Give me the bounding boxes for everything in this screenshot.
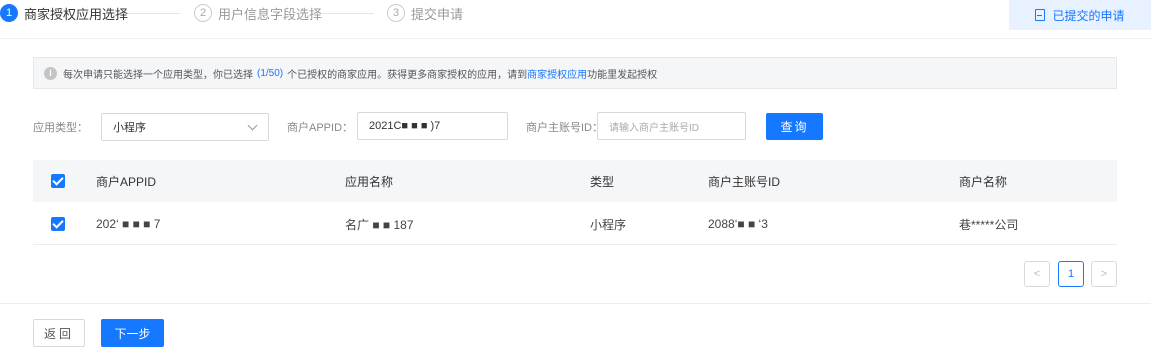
row-select-cell[interactable]	[51, 203, 65, 245]
step-connector	[128, 13, 180, 14]
header-type: 类型	[590, 174, 615, 189]
notice-suffix: 功能里发起授权	[587, 69, 658, 81]
submitted-applications-label: 已提交的申请	[1052, 8, 1125, 23]
header-merchant-name: 商户名称	[959, 174, 1008, 189]
step-2-number: 2	[194, 4, 212, 22]
row-type: 小程序	[590, 217, 627, 232]
notice-count: (1/50)	[257, 67, 284, 79]
chevron-down-icon	[247, 120, 258, 131]
submitted-applications-button[interactable]: 已提交的申请	[1009, 0, 1151, 30]
query-button[interactable]: 查询	[766, 113, 823, 140]
select-all-cell[interactable]	[51, 160, 65, 202]
table-row[interactable]: 202‘ ■ ■ ■ 7 名广 ■ ■ 187 小程序 2088‘■ ■ ‘3 …	[33, 203, 1117, 245]
next-step-button[interactable]: 下一步	[101, 319, 164, 347]
header-main-account: 商户主账号ID	[708, 174, 781, 189]
step-1-label: 商家授权应用选择	[24, 6, 129, 22]
divider	[0, 303, 1151, 304]
steps-bar: 1 商家授权应用选择 2 用户信息字段选择 3 提交申请 已提交的申请	[0, 0, 1151, 34]
app-type-select[interactable]: 小程序	[101, 113, 269, 141]
app-type-label: 应用类型：	[33, 122, 88, 134]
merchant-auth-app-link[interactable]: 商家授权应用	[527, 66, 587, 81]
row-main-account: 2088‘■ ■ ‘3	[708, 217, 768, 231]
notice-middle: 个已授权的商家应用。获得更多商家授权的应用，请到	[287, 69, 528, 81]
select-all-checkbox[interactable]	[51, 174, 65, 188]
table-header: 商户APPID 应用名称 类型 商户主账号ID 商户名称	[33, 160, 1117, 202]
step-3: 3 提交申请	[387, 4, 463, 22]
document-icon	[1035, 9, 1046, 21]
header-app-name: 应用名称	[345, 174, 394, 189]
page-1-button[interactable]: 1	[1058, 261, 1084, 287]
row-checkbox[interactable]	[51, 217, 65, 231]
appid-input[interactable]: 2021C■ ■ ■ )7	[357, 112, 508, 140]
step-1: 1 商家授权应用选择	[0, 4, 128, 22]
step-1-number: 1	[0, 4, 18, 22]
prev-page-button[interactable]: <	[1024, 261, 1050, 287]
info-notice: i 每次申请只能选择一个应用类型，你已选择 (1/50) 个已授权的商家应用。获…	[33, 57, 1117, 89]
app-type-value: 小程序	[113, 122, 146, 134]
notice-prefix: 每次申请只能选择一个应用类型，你已选择	[63, 69, 253, 81]
header-appid: 商户APPID	[96, 174, 157, 189]
next-page-button[interactable]: >	[1091, 261, 1117, 287]
step-3-number: 3	[387, 4, 405, 22]
step-3-label: 提交申请	[411, 6, 464, 22]
row-merchant-name: 巷*****公司	[959, 217, 1019, 232]
divider	[0, 38, 1151, 39]
step-connector	[322, 13, 374, 14]
row-app-name: 名广 ■ ■ 187	[345, 217, 414, 232]
row-appid: 202‘ ■ ■ ■ 7	[96, 217, 161, 231]
step-2: 2 用户信息字段选择	[194, 4, 322, 22]
main-account-label: 商户主账号ID：	[526, 122, 603, 134]
appid-value: 2021C■ ■ ■ )7	[369, 120, 441, 132]
step-2-label: 用户信息字段选择	[218, 6, 323, 22]
info-icon: i	[44, 66, 57, 80]
main-account-input[interactable]: 请输入商户主账号ID	[597, 112, 746, 140]
main-account-placeholder: 请输入商户主账号ID	[609, 122, 699, 134]
back-button[interactable]: 返回	[33, 319, 85, 347]
appid-label: 商户APPID：	[287, 122, 354, 134]
